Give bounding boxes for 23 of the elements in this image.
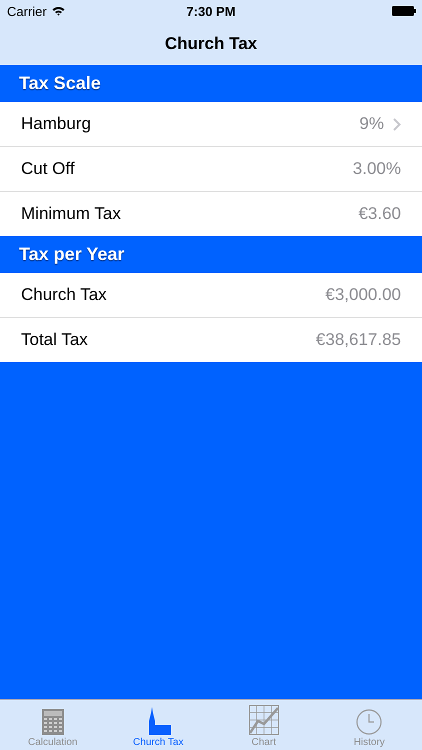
tab-item[interactable]: History [316,700,422,750]
row-value: €3.60 [358,204,401,224]
row-label: Cut Off [21,159,76,179]
tab-item[interactable]: Church Tax [106,700,211,750]
wifi-icon [52,6,65,16]
row-value: €38,617.85 [316,330,401,350]
row-value: 9% [359,114,384,134]
calculator-icon [42,709,64,735]
chart-icon [248,705,279,735]
tab-item[interactable]: Calculation [0,700,106,750]
row-value: €3,000.00 [325,285,401,305]
row-label: Hamburg [21,114,92,134]
nav-title: Church Tax [164,34,258,54]
row-label: Minimum Tax [21,204,122,224]
clock-icon [356,709,382,735]
battery-icon [392,6,416,16]
chevron-icon [393,118,401,130]
row-label: Total Tax [21,330,89,350]
tab-item[interactable]: Chart [211,700,316,750]
row-label: Church Tax [21,285,108,305]
carrier-name: Carrier [7,4,47,18]
status-time: 7:30 PM [186,4,236,18]
row-value: 3.00% [352,159,401,179]
